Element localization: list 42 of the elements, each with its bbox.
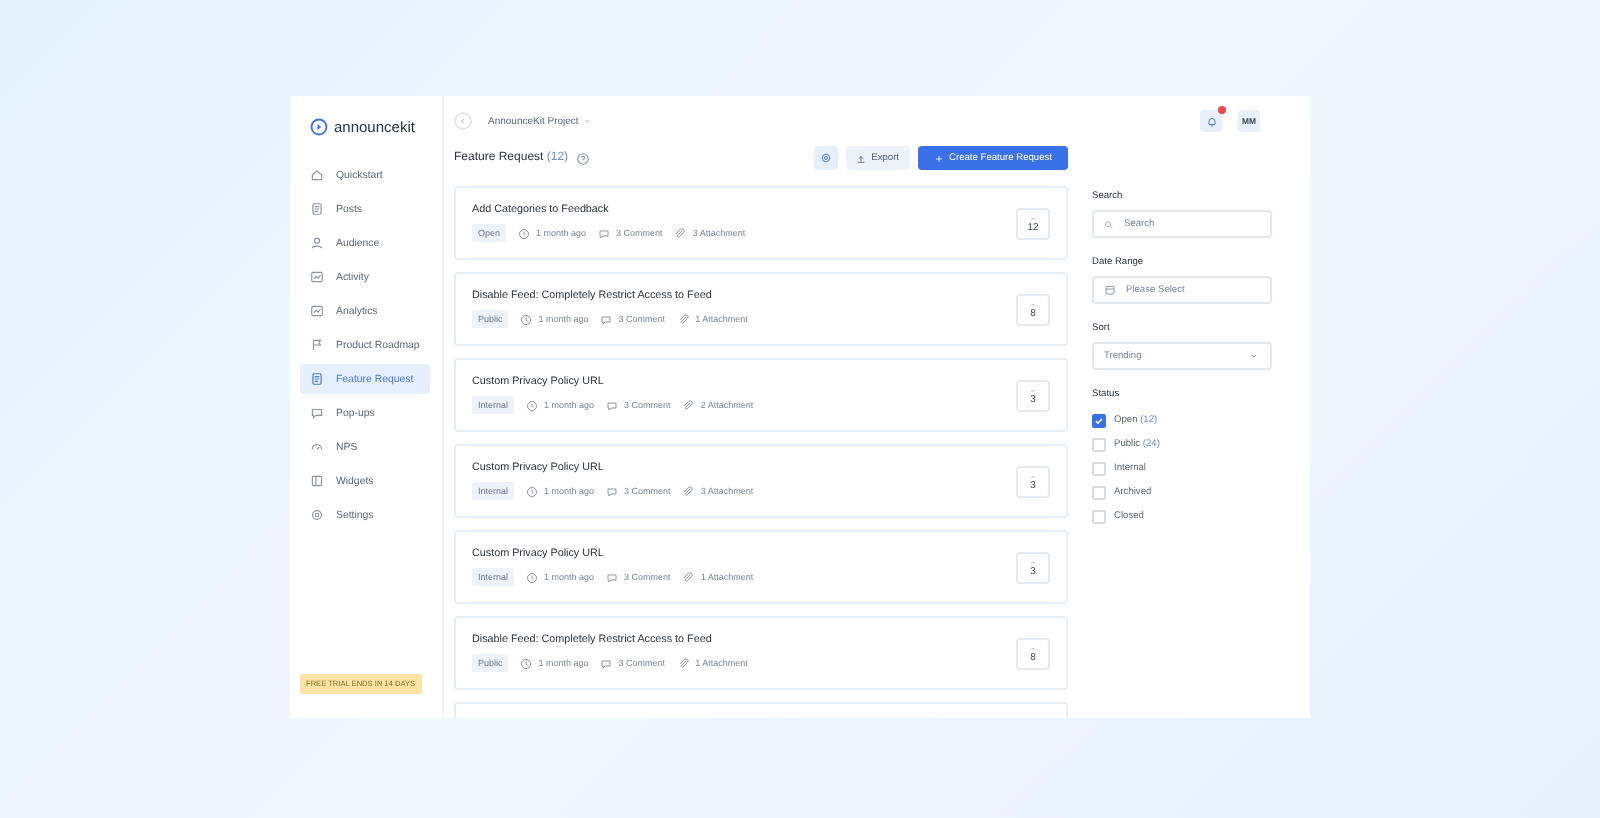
clock-icon [526,485,539,497]
clock-icon [526,399,539,411]
paperclip-icon [677,313,690,325]
comment-icon [600,313,613,325]
checkbox[interactable] [1092,413,1106,427]
logo-icon [310,118,328,136]
clock-icon [520,313,533,325]
notifications-button[interactable] [1200,110,1222,132]
bell-icon [1205,115,1217,127]
chat-icon [310,406,324,420]
paperclip-icon [677,657,690,669]
comment-icon [598,227,611,239]
chevron-left-icon [458,116,468,126]
comment-icon [600,657,613,669]
settings-button[interactable] [813,146,838,170]
paperclip-icon [682,399,695,411]
paperclip-icon [682,485,695,497]
gauge-icon [310,440,324,454]
clock-icon [520,657,533,669]
comment-icon [606,399,619,411]
flag-icon [310,338,324,352]
clock-icon [526,571,539,583]
home-icon [310,168,324,182]
calendar-icon [1104,284,1116,296]
collapse-button[interactable] [454,112,472,130]
user-icon [310,236,324,250]
clock-icon [518,227,531,239]
document-icon [310,202,324,216]
comment-icon [606,485,619,497]
search-icon [1104,219,1114,229]
chart-icon [310,304,324,318]
settings-icon [310,508,324,522]
settings-icon [819,152,832,164]
upload-icon [855,153,866,163]
help-icon [576,151,591,165]
widget-icon [310,474,324,488]
comment-icon [606,571,619,583]
paperclip-icon [682,571,695,583]
chart-icon [310,270,324,284]
plus-icon [933,153,944,163]
document-icon [310,372,324,386]
paperclip-icon [674,227,687,239]
